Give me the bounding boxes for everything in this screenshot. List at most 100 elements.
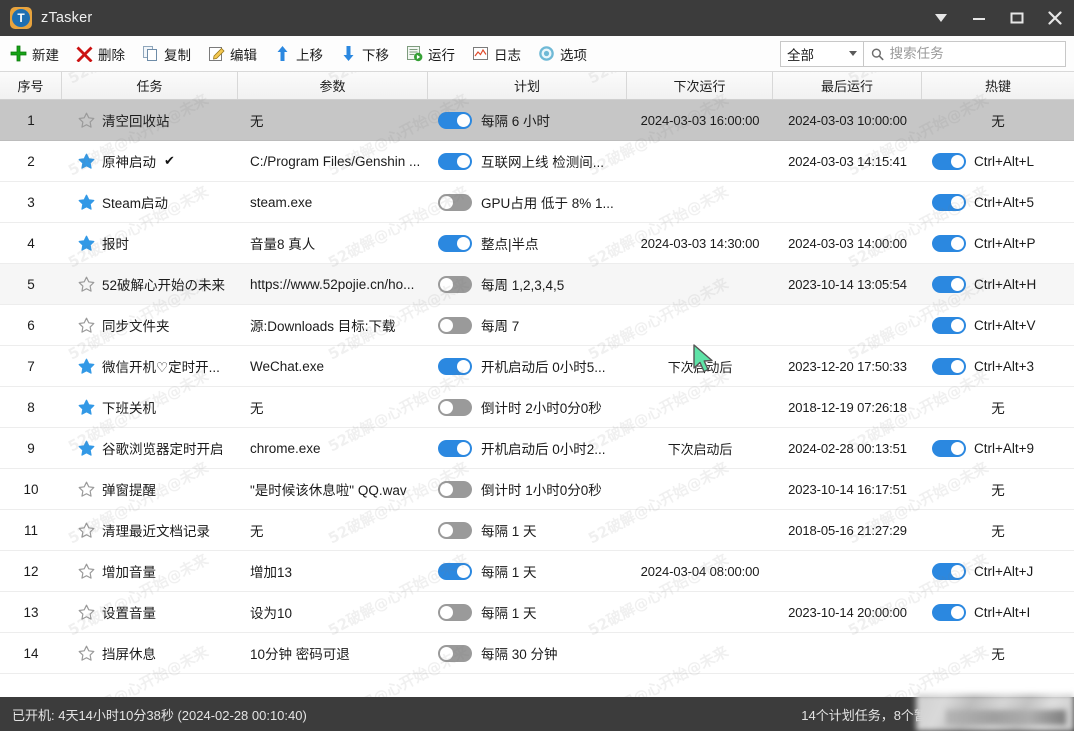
plan-enable-toggle[interactable] <box>438 604 472 621</box>
task-param: 源:Downloads 目标:下载 <box>250 315 396 335</box>
cell-next-run <box>627 633 773 673</box>
star-outline-icon[interactable] <box>78 317 95 334</box>
cell-param: https://www.52pojie.cn/ho... <box>238 264 428 304</box>
table-row[interactable]: 8下班关机无倒计时 2小时0分0秒2018-12-19 07:26:18无 <box>0 387 1074 428</box>
hotkey-enable-toggle[interactable] <box>932 440 966 457</box>
table-row[interactable]: 2原神启动✔C:/Program Files/Genshin ...互联网上线 … <box>0 141 1074 182</box>
row-index: 4 <box>27 236 35 251</box>
hotkey-enable-toggle[interactable] <box>932 153 966 170</box>
run-task-button[interactable]: 运行 <box>399 39 462 69</box>
star-outline-icon[interactable] <box>78 522 95 539</box>
star-outline-icon[interactable] <box>78 604 95 621</box>
plan-enable-toggle[interactable] <box>438 481 472 498</box>
table-row[interactable]: 4报时音量8 真人整点|半点2024-03-03 14:30:002024-03… <box>0 223 1074 264</box>
column-header-next[interactable]: 下次运行 <box>627 72 773 99</box>
star-outline-icon[interactable] <box>78 112 95 129</box>
cell-plan: 每隔 1 天 <box>428 510 627 550</box>
table-row[interactable]: 6同步文件夹源:Downloads 目标:下载每周 7Ctrl+Alt+V <box>0 305 1074 346</box>
edit-task-button[interactable]: 编辑 <box>201 39 264 69</box>
log-button[interactable]: 日志 <box>465 39 528 69</box>
plan-text: 互联网上线 检测间... <box>481 151 604 171</box>
table-row[interactable]: 11清理最近文档记录无每隔 1 天2018-05-16 21:27:29无 <box>0 510 1074 551</box>
table-row[interactable]: 12增加音量增加13每隔 1 天2024-03-04 08:00:00Ctrl+… <box>0 551 1074 592</box>
hotkey-text: Ctrl+Alt+L <box>974 154 1034 169</box>
table-row[interactable]: 552破解心开始の未来https://www.52pojie.cn/ho...每… <box>0 264 1074 305</box>
plan-enable-toggle[interactable] <box>438 276 472 293</box>
column-header-param[interactable]: 参数 <box>238 72 428 99</box>
table-row[interactable]: 7微信开机♡定时开...WeChat.exe开机启动后 0小时5...下次启动后… <box>0 346 1074 387</box>
star-outline-icon[interactable] <box>78 563 95 580</box>
last-run-time: 2023-10-14 20:00:00 <box>788 605 907 620</box>
table-row[interactable]: 14挡屏休息10分钟 密码可退每隔 30 分钟无 <box>0 633 1074 674</box>
table-row[interactable]: 10弹窗提醒"是时候该休息啦" QQ.wav倒计时 1小时0分0秒2023-10… <box>0 469 1074 510</box>
star-filled-icon[interactable] <box>78 358 95 375</box>
column-header-plan[interactable]: 计划 <box>428 72 627 99</box>
hotkey-enable-toggle[interactable] <box>932 358 966 375</box>
column-header-index[interactable]: 序号 <box>0 72 62 99</box>
search-box[interactable] <box>864 41 1066 67</box>
plan-enable-toggle[interactable] <box>438 522 472 539</box>
plan-enable-toggle[interactable] <box>438 440 472 457</box>
star-outline-icon[interactable] <box>78 276 95 293</box>
table-header-row: 序号任务参数计划下次运行最后运行热键 <box>0 72 1074 100</box>
hotkey-enable-toggle[interactable] <box>932 276 966 293</box>
task-name: 清空回收站 <box>102 110 170 130</box>
table-row[interactable]: 9谷歌浏览器定时开启chrome.exe开机启动后 0小时2...下次启动后20… <box>0 428 1074 469</box>
cell-index: 1 <box>0 100 62 140</box>
arrow-down-icon <box>340 45 357 62</box>
star-outline-icon[interactable] <box>78 481 95 498</box>
filter-dropdown[interactable]: 全部 <box>780 41 864 67</box>
hotkey-enable-toggle[interactable] <box>932 194 966 211</box>
star-filled-icon[interactable] <box>78 153 95 170</box>
star-filled-icon[interactable] <box>78 194 95 211</box>
hotkey-enable-toggle[interactable] <box>932 235 966 252</box>
new-task-button[interactable]: 新建 <box>3 39 66 69</box>
options-button[interactable]: 选项 <box>531 39 594 69</box>
cell-last-run: 2018-12-19 07:26:18 <box>773 387 922 427</box>
star-filled-icon[interactable] <box>78 440 95 457</box>
hotkey-enable-toggle[interactable] <box>932 604 966 621</box>
move-down-button[interactable]: 下移 <box>333 39 396 69</box>
column-header-task[interactable]: 任务 <box>62 72 238 99</box>
cell-index: 4 <box>0 223 62 263</box>
cell-plan: 整点|半点 <box>428 223 627 263</box>
tray-icon[interactable] <box>922 0 960 36</box>
plan-enable-toggle[interactable] <box>438 112 472 129</box>
hotkey-text: Ctrl+Alt+9 <box>974 441 1034 456</box>
plan-enable-toggle[interactable] <box>438 645 472 662</box>
column-header-last[interactable]: 最后运行 <box>773 72 922 99</box>
delete-task-button[interactable]: 删除 <box>69 39 132 69</box>
plan-enable-toggle[interactable] <box>438 358 472 375</box>
copy-task-button[interactable]: 复制 <box>135 39 198 69</box>
task-param: C:/Program Files/Genshin ... <box>250 154 420 169</box>
cell-next-run: 2024-03-03 16:00:00 <box>627 100 773 140</box>
cell-hotkey: Ctrl+Alt+P <box>922 223 1074 263</box>
star-outline-icon[interactable] <box>78 645 95 662</box>
minimize-icon[interactable] <box>960 0 998 36</box>
plan-enable-toggle[interactable] <box>438 235 472 252</box>
plan-enable-toggle[interactable] <box>438 399 472 416</box>
task-param: 无 <box>250 397 264 417</box>
task-name: 弹窗提醒 <box>102 479 156 499</box>
plan-enable-toggle[interactable] <box>438 194 472 211</box>
star-filled-icon[interactable] <box>78 235 95 252</box>
cell-task: 原神启动✔ <box>62 141 238 181</box>
move-up-button[interactable]: 上移 <box>267 39 330 69</box>
star-filled-icon[interactable] <box>78 399 95 416</box>
app-logo-letter: T <box>12 9 30 27</box>
cell-last-run: 2023-10-14 20:00:00 <box>773 592 922 632</box>
plan-text: 整点|半点 <box>481 233 539 253</box>
maximize-icon[interactable] <box>998 0 1036 36</box>
cell-index: 5 <box>0 264 62 304</box>
table-row[interactable]: 1清空回收站无每隔 6 小时2024-03-03 16:00:002024-03… <box>0 100 1074 141</box>
plan-enable-toggle[interactable] <box>438 563 472 580</box>
close-icon[interactable] <box>1036 0 1074 36</box>
search-input[interactable] <box>890 46 1058 61</box>
table-row[interactable]: 13设置音量设为10每隔 1 天2023-10-14 20:00:00Ctrl+… <box>0 592 1074 633</box>
hotkey-enable-toggle[interactable] <box>932 317 966 334</box>
hotkey-enable-toggle[interactable] <box>932 563 966 580</box>
column-header-hotkey[interactable]: 热键 <box>922 72 1074 99</box>
plan-enable-toggle[interactable] <box>438 153 472 170</box>
table-row[interactable]: 3Steam启动steam.exeGPU占用 低于 8% 1...Ctrl+Al… <box>0 182 1074 223</box>
plan-enable-toggle[interactable] <box>438 317 472 334</box>
